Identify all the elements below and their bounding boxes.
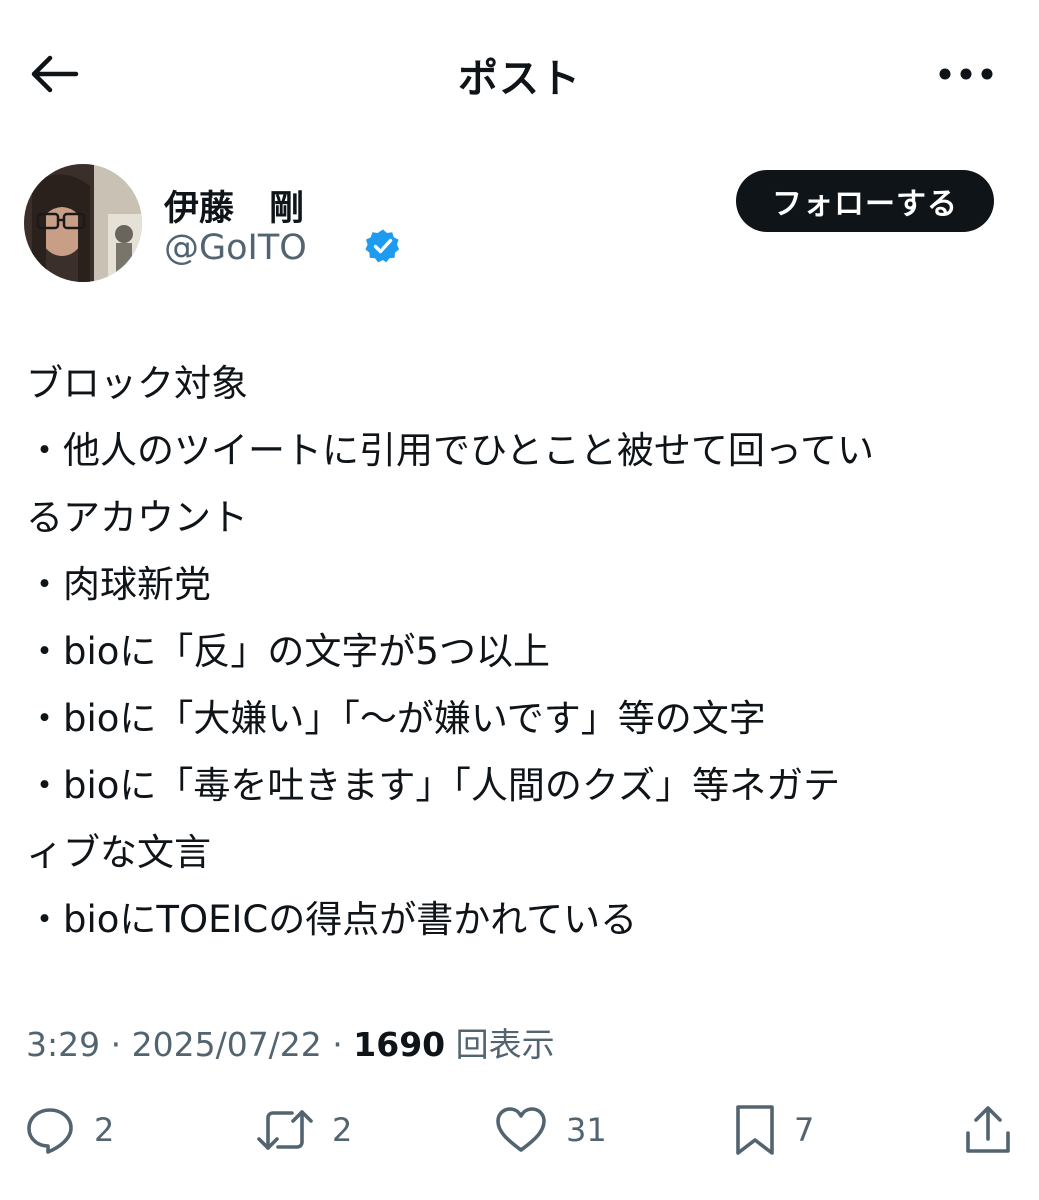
post-line: ・bioにTOEICの得点が書かれている — [26, 898, 638, 941]
post-line: ・他人のツイートに引用でひとこと被せて回ってい — [26, 429, 875, 472]
post-text: ブロック対象 ・他人のツイートに引用でひとこと被せて回ってい るアカウント ・肉… — [26, 350, 1016, 953]
retweet-button[interactable]: 2 — [256, 1100, 352, 1160]
post-meta: 3:29 · 2025/07/22 · 1690 回表示 — [26, 1018, 555, 1066]
retweet-icon — [257, 1110, 313, 1150]
author-handle[interactable]: @GoITO — [164, 228, 307, 268]
meta-separator: · — [100, 1025, 132, 1064]
views-count: 1690 — [353, 1025, 446, 1064]
author-display-name: 伊藤 剛 — [164, 189, 305, 229]
follow-button[interactable]: フォローする — [736, 170, 994, 232]
post-line: ・bioに「毒を吐きます」「人間のクズ」等ネガテ — [26, 764, 841, 807]
profile-photo — [24, 164, 142, 282]
retweet-count: 2 — [332, 1111, 353, 1149]
reply-button[interactable]: 2 — [24, 1100, 114, 1160]
verified-badge-icon — [316, 188, 399, 262]
share-button[interactable] — [962, 1100, 1014, 1160]
views-label: 回表示 — [455, 1025, 555, 1064]
post-line: ィブな文言 — [26, 831, 211, 874]
bookmark-button[interactable]: 7 — [734, 1100, 814, 1160]
top-bar: ポスト — [0, 0, 1039, 150]
post-line: ・bioに「大嫌い」「〜が嫌いです」等の文字 — [26, 697, 766, 740]
post-line: るアカウント — [26, 496, 248, 539]
heart-icon — [496, 1107, 546, 1152]
post-line: ブロック対象 — [26, 362, 248, 405]
more-options-button[interactable] — [936, 56, 996, 92]
action-bar: 2 2 31 7 — [0, 1100, 1039, 1160]
post-line: ・肉球新党 — [26, 563, 211, 606]
reply-count: 2 — [94, 1111, 115, 1149]
more-icon — [939, 68, 993, 80]
bookmark-icon — [736, 1105, 774, 1155]
like-button[interactable]: 31 — [494, 1100, 607, 1160]
reply-icon — [27, 1108, 73, 1154]
meta-separator: · — [321, 1025, 354, 1064]
share-icon — [966, 1106, 1010, 1153]
bookmark-count: 7 — [794, 1111, 815, 1149]
post-time[interactable]: 3:29 — [26, 1025, 100, 1064]
author-name-row[interactable]: 伊藤 剛 — [164, 180, 399, 262]
post-line: ・bioに「反」の文字が5つ以上 — [26, 630, 550, 673]
page-title: ポスト — [458, 56, 581, 102]
like-count: 31 — [566, 1111, 607, 1149]
post-date[interactable]: 2025/07/22 — [132, 1025, 322, 1064]
avatar[interactable] — [24, 164, 142, 282]
